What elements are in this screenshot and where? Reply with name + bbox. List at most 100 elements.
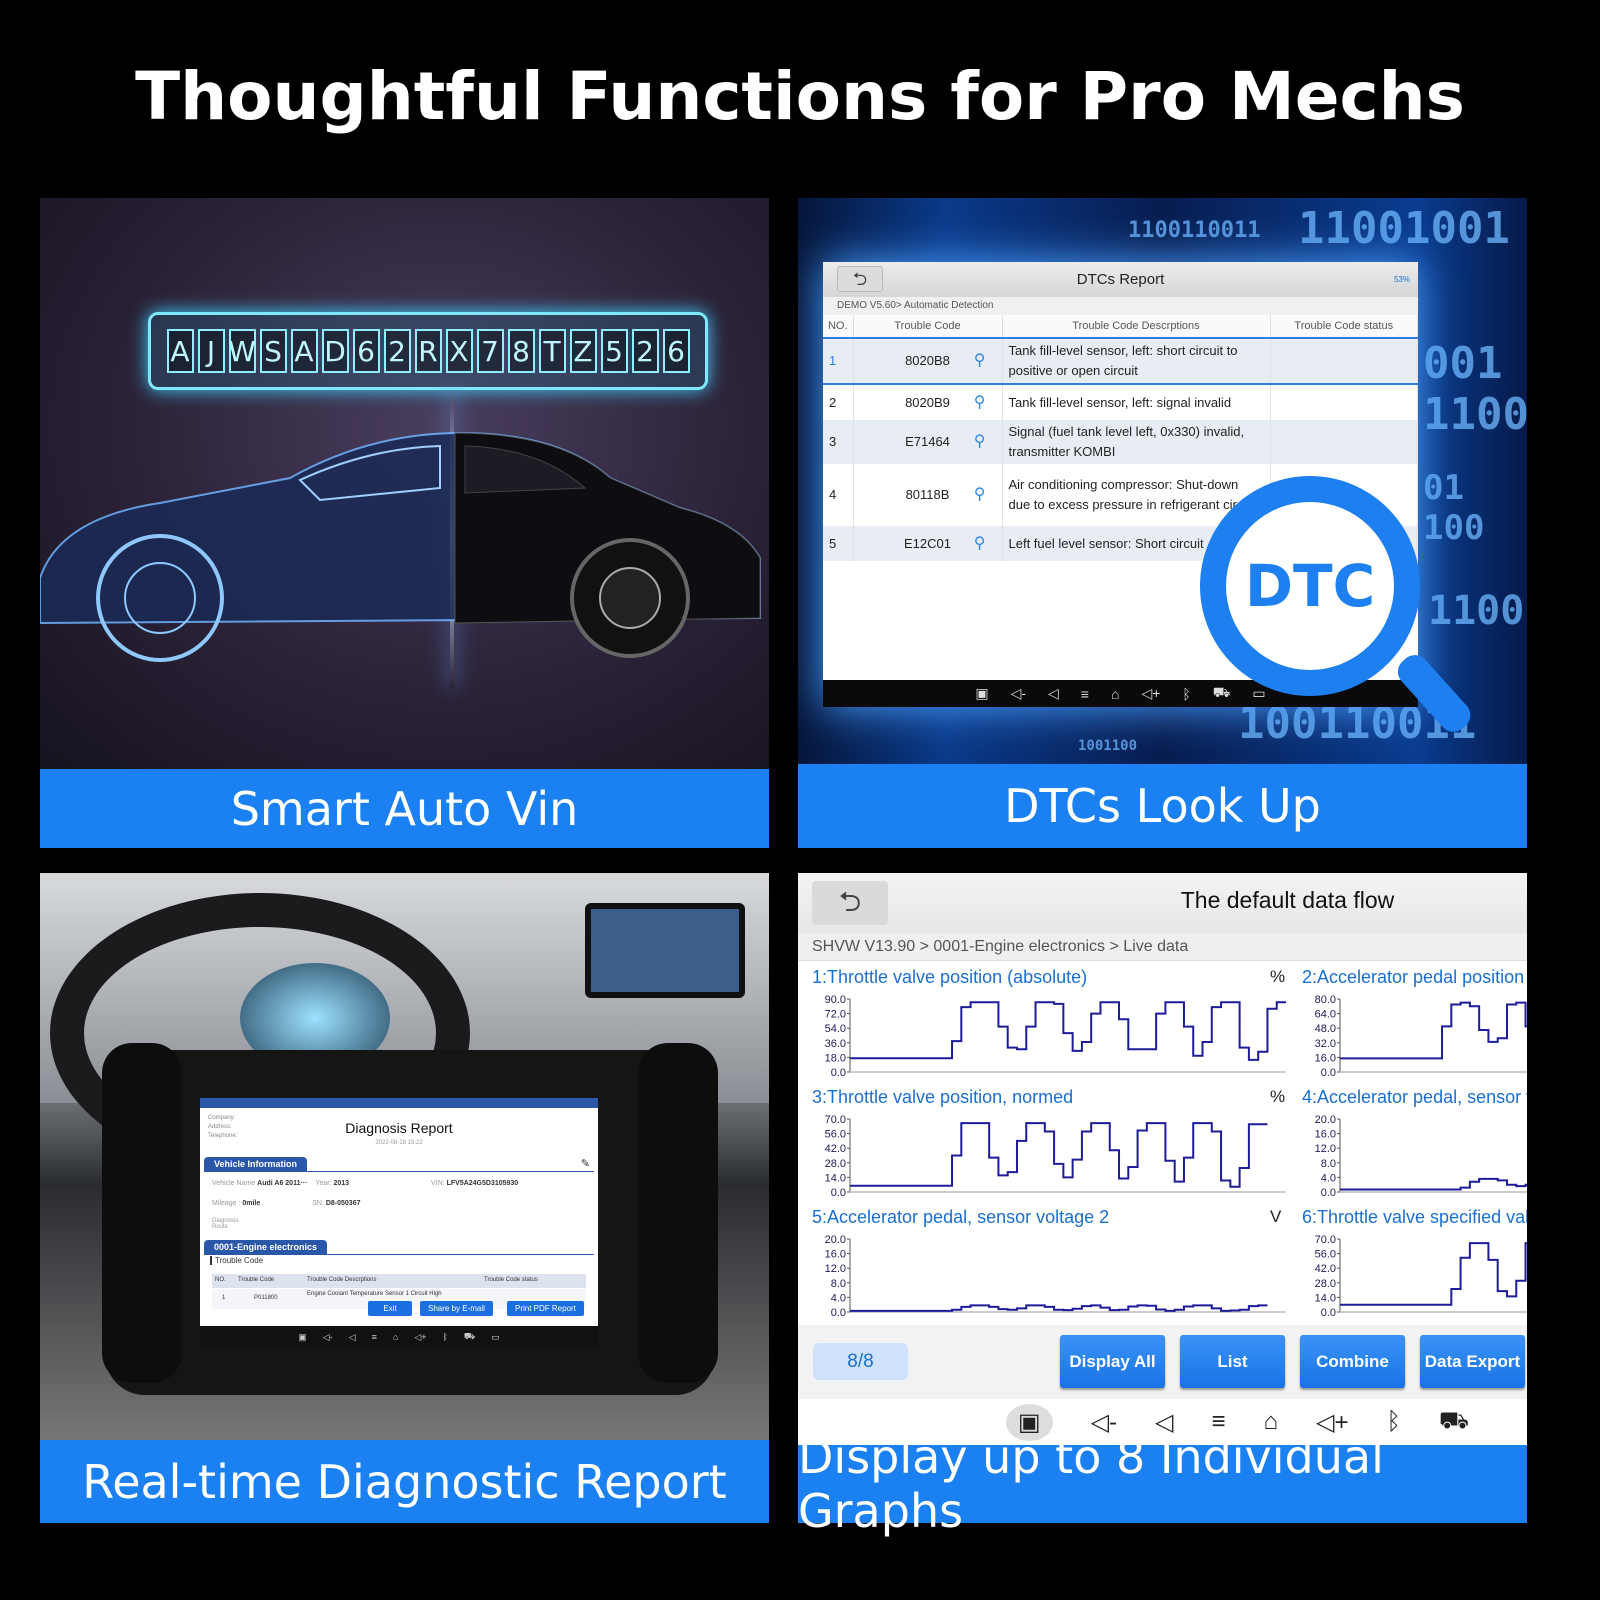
row-status bbox=[1270, 337, 1418, 385]
bluetooth-icon[interactable]: ᛒ bbox=[443, 1332, 448, 1342]
vin-character: J bbox=[197, 329, 225, 373]
vehicle-information-tab[interactable]: Vehicle Information bbox=[204, 1157, 308, 1171]
row-description: Tank fill-level sensor, left: short circ… bbox=[1002, 337, 1271, 385]
row-description: Signal (fuel tank level left, 0x330) inv… bbox=[1002, 420, 1271, 464]
y-tick-label: 14.0 bbox=[1315, 1292, 1336, 1304]
column-header: Trouble Code Descrptions bbox=[1002, 315, 1271, 338]
smart-auto-vin-panel: AJWSAD62RX78TZ526 bbox=[40, 198, 769, 769]
back-icon[interactable]: ◁ bbox=[349, 1332, 356, 1343]
live-data-chart: 5:Accelerator pedal, sensor voltage 2 V 20… bbox=[808, 1207, 1288, 1327]
bluetooth-icon[interactable]: ᛒ bbox=[1182, 686, 1190, 702]
menu-icon[interactable]: ≡ bbox=[1081, 686, 1089, 702]
breadcrumb: DEMO V5.60> Automatic Detection bbox=[823, 297, 1418, 315]
record-icon[interactable]: ▭ bbox=[491, 1332, 500, 1343]
home-icon[interactable]: ⌂ bbox=[393, 1332, 398, 1342]
column-header: NO. bbox=[215, 1277, 226, 1283]
search-icon[interactable]: ⚲ bbox=[974, 485, 986, 505]
menu-icon[interactable]: ≡ bbox=[372, 1332, 377, 1342]
row-number: 4 bbox=[823, 464, 854, 526]
row-code: E71464 bbox=[905, 434, 950, 449]
volume-down-icon[interactable]: ◁- bbox=[323, 1332, 333, 1343]
screenshot-icon[interactable]: ▣ bbox=[298, 1332, 307, 1343]
row-number: 3 bbox=[823, 420, 854, 464]
diagnosis-report-screen: Company: Address: Telephone: Diagnosis R… bbox=[200, 1098, 598, 1348]
row-number: 1 bbox=[823, 337, 854, 385]
dtc-row[interactable]: 1 8020B8 ⚲ Tank fill-level sensor, left: … bbox=[823, 337, 1418, 385]
live-data-chart: 1:Throttle valve position (absolute)% 90.… bbox=[808, 967, 1288, 1087]
edit-icon[interactable]: ✎ bbox=[581, 1157, 590, 1170]
record-icon[interactable]: ▭ bbox=[1252, 685, 1265, 702]
report-title: Diagnosis Report bbox=[345, 1120, 453, 1136]
back-button[interactable]: ⮌ bbox=[812, 881, 888, 925]
volume-down-icon[interactable]: ◁- bbox=[1011, 685, 1026, 702]
chart-unit: % bbox=[1270, 1087, 1286, 1106]
headline: Thoughtful Functions for Pro Mechs bbox=[135, 58, 1465, 135]
caption-real-time-diagnostic-report: Real-time Diagnostic Report bbox=[40, 1440, 769, 1523]
row-code: 8020B9 bbox=[905, 394, 950, 410]
column-header: Trouble Code bbox=[238, 1277, 275, 1283]
vin-value: LFV5A24G5D3105930 bbox=[446, 1180, 519, 1187]
tablet-grip-right bbox=[638, 1043, 718, 1383]
report-datetime: 2022-08-18 15:22 bbox=[375, 1140, 423, 1146]
vin-character: 7 bbox=[476, 329, 504, 373]
live-data-chart: 3:Throttle valve position, normed% 70.0 56… bbox=[808, 1087, 1288, 1207]
vin-character: S bbox=[259, 329, 287, 373]
engine-electronics-tab[interactable]: 0001-Engine electronics bbox=[204, 1240, 328, 1254]
row-code: 8020B8 bbox=[905, 353, 950, 368]
caption-display-8-graphs: Display up to 8 Individual Graphs bbox=[798, 1430, 1527, 1538]
dtc-magnifier-badge: DTC bbox=[1200, 476, 1420, 696]
volume-up-icon[interactable]: ◁+ bbox=[1141, 685, 1160, 702]
battery-indicator: 53% bbox=[1393, 275, 1410, 284]
y-tick-label: 56.0 bbox=[825, 1129, 846, 1141]
chart-title: 5:Accelerator pedal, sensor voltage 2 bbox=[812, 1207, 1110, 1227]
search-icon[interactable]: ⚲ bbox=[974, 534, 986, 554]
live-data-chart: 4:Accelerator pedal, sensor voltage 1 20.… bbox=[1298, 1087, 1527, 1207]
vin-character: A bbox=[290, 329, 318, 373]
chart-title: 2:Accelerator pedal position bbox=[1302, 967, 1525, 987]
display-all-button[interactable]: Display All bbox=[1060, 1335, 1165, 1388]
combine-button[interactable]: Combine bbox=[1300, 1335, 1405, 1388]
exit-button[interactable]: Exit bbox=[368, 1301, 412, 1316]
y-tick-label: 42.0 bbox=[1315, 1263, 1336, 1275]
search-icon[interactable]: ⚲ bbox=[974, 393, 986, 413]
back-icon[interactable]: ◁ bbox=[1048, 685, 1059, 702]
chart-plot: 70.0 56.0 42.0 28.0 14.0 0.0 bbox=[825, 1114, 1286, 1199]
back-button[interactable]: ⮌ bbox=[837, 266, 883, 292]
car-diagnostic-icon[interactable]: ⛟ bbox=[464, 1331, 475, 1343]
row-status bbox=[1270, 384, 1418, 420]
vin-character: X bbox=[445, 329, 473, 373]
dtc-lookup-panel: 1100110011 11001001 001 1100 01 100 1100… bbox=[798, 198, 1527, 764]
y-tick-label: 48.0 bbox=[1315, 1023, 1336, 1035]
y-tick-label: 56.0 bbox=[1315, 1249, 1336, 1261]
search-icon[interactable]: ⚲ bbox=[974, 432, 986, 452]
screen-title: The default data flow bbox=[1180, 887, 1395, 913]
y-tick-label: 12.0 bbox=[825, 1263, 846, 1275]
volume-up-icon[interactable]: ◁+ bbox=[414, 1332, 426, 1343]
data-export-button[interactable]: Data Export bbox=[1420, 1335, 1525, 1388]
screenshot-icon[interactable]: ▣ bbox=[975, 685, 988, 702]
dtc-row[interactable]: 2 8020B9 ⚲ Tank fill-level sensor, left: … bbox=[823, 384, 1418, 420]
vin-character: 6 bbox=[662, 329, 690, 373]
search-icon[interactable]: ⚲ bbox=[974, 351, 986, 371]
chart-title: 3:Throttle valve position, normed bbox=[812, 1087, 1074, 1107]
y-tick-label: 54.0 bbox=[825, 1023, 846, 1035]
print-pdf-report-button[interactable]: Print PDF Report bbox=[507, 1301, 584, 1316]
car-diagnostic-icon[interactable]: ⛟ bbox=[1213, 684, 1231, 703]
chart-plot: 20.0 16.0 12.0 8.0 4.0 0.0 bbox=[825, 1234, 1286, 1319]
home-icon[interactable]: ⌂ bbox=[1111, 686, 1119, 702]
series-line bbox=[850, 1122, 1268, 1188]
series-line bbox=[850, 1304, 1268, 1312]
mileage-value: 0mile bbox=[242, 1200, 261, 1207]
list-button[interactable]: List bbox=[1180, 1335, 1285, 1388]
breadcrumb: SHVW V13.90 > 0001-Engine electronics > … bbox=[798, 933, 1527, 961]
row-code: 80118B bbox=[905, 487, 950, 502]
sn-label: SN: bbox=[312, 1200, 324, 1207]
trouble-code-section-title: Trouble Code bbox=[210, 1256, 263, 1265]
y-tick-label: 0.0 bbox=[1321, 1067, 1336, 1079]
chart-title: 1:Throttle valve position (absolute) bbox=[812, 967, 1088, 987]
column-header: Trouble Code status bbox=[1270, 315, 1418, 338]
live-data-chart: 2:Accelerator pedal position 80.0 64.0 48.0… bbox=[1298, 967, 1527, 1087]
share-by-email-button[interactable]: Share by E-mail bbox=[420, 1301, 493, 1316]
dtc-row[interactable]: 3 E71464 ⚲ Signal (fuel tank level left, … bbox=[823, 420, 1418, 464]
y-tick-label: 64.0 bbox=[1315, 1009, 1336, 1021]
